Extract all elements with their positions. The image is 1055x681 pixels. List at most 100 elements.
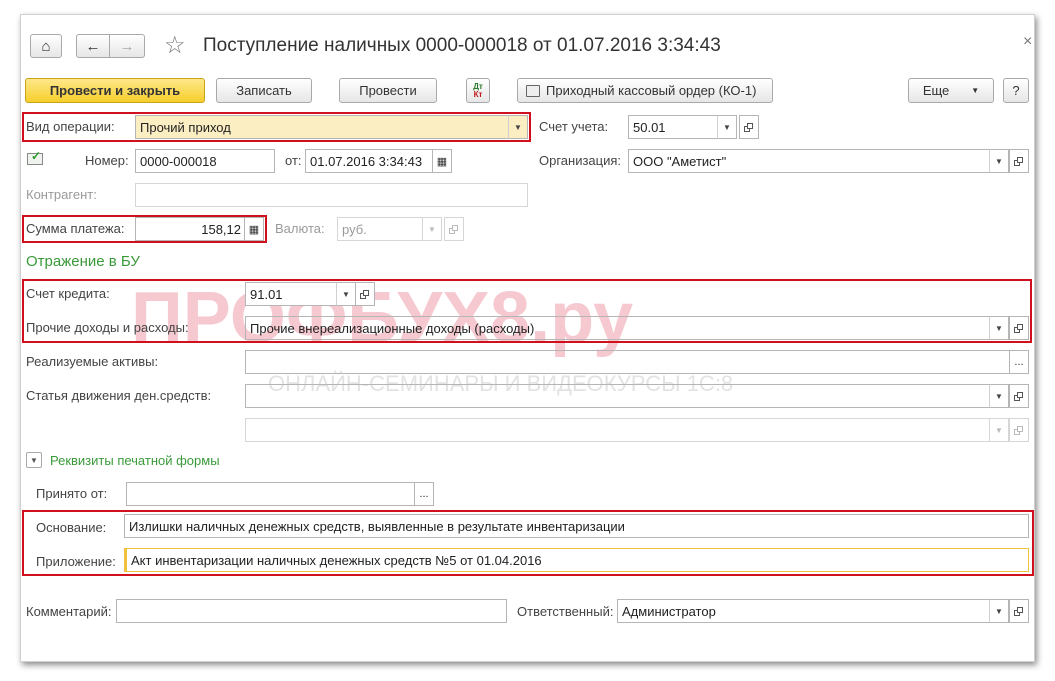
home-button[interactable]: ⌂ — [30, 34, 62, 58]
print-section-toggle[interactable]: ▼ Реквизиты печатной формы — [26, 452, 220, 468]
forward-button[interactable]: → — [109, 34, 145, 58]
more-button[interactable]: Еще ▼ — [908, 78, 994, 103]
close-icon[interactable]: × — [1023, 33, 1032, 51]
post-and-close-button[interactable]: Провести и закрыть — [25, 78, 205, 103]
operation-label: Вид операции: — [26, 119, 115, 134]
calendar-button[interactable]: ▦ — [432, 149, 452, 173]
comment-input[interactable] — [116, 599, 507, 623]
bu-section-title: Отражение в БУ — [26, 253, 140, 270]
account-open-button[interactable] — [739, 115, 759, 139]
printer-icon — [526, 84, 540, 97]
ellipsis-icon: ... — [1014, 356, 1024, 368]
counterparty-label: Контрагент: — [26, 187, 97, 202]
account-dropdown[interactable]: ▼ — [717, 115, 737, 139]
credit-account-dropdown[interactable]: ▼ — [336, 282, 356, 306]
open-form-icon — [1014, 606, 1024, 616]
open-form-icon — [1014, 156, 1024, 166]
caret-down-icon: ▼ — [971, 86, 980, 95]
operation-dropdown[interactable]: ▼ — [508, 115, 528, 139]
basis-input[interactable]: Излишки наличных денежных средств, выявл… — [124, 514, 1029, 538]
more-label: Еще — [922, 83, 950, 98]
account-label: Счет учета: — [539, 119, 609, 134]
caret-down-icon: ▼ — [723, 122, 731, 132]
extra-select[interactable] — [245, 418, 990, 442]
open-form-icon — [449, 224, 459, 234]
extra-open-button[interactable] — [1009, 418, 1029, 442]
caret-down-icon: ▼ — [995, 156, 1003, 166]
amount-label: Сумма платежа: — [26, 221, 125, 236]
dt-kt-icon: Дт Кт — [473, 82, 483, 99]
print-order-label: Приходный кассовый ордер (КО-1) — [546, 83, 757, 98]
chevron-down-icon: ▼ — [26, 452, 42, 468]
credit-account-open-button[interactable] — [355, 282, 375, 306]
dt-kt-button[interactable]: Дт Кт — [466, 78, 490, 103]
date-label: от: — [285, 153, 302, 168]
cashflow-label: Статья движения ден.средств: — [26, 388, 212, 403]
open-form-icon — [1014, 391, 1024, 401]
cashflow-select[interactable] — [245, 384, 990, 408]
org-dropdown[interactable]: ▼ — [989, 149, 1009, 173]
caret-down-icon: ▼ — [995, 606, 1003, 616]
help-button[interactable]: ? — [1003, 78, 1029, 103]
calculator-icon: ▦ — [248, 223, 260, 236]
print-section-label: Реквизиты печатной формы — [50, 452, 220, 468]
home-icon: ⌂ — [41, 37, 51, 55]
favorite-star-icon[interactable]: ☆ — [164, 31, 186, 60]
responsible-select[interactable]: Администратор — [617, 599, 990, 623]
extra-dropdown[interactable]: ▼ — [989, 418, 1009, 442]
currency-open-button[interactable] — [444, 217, 464, 241]
assets-label: Реализуемые активы: — [26, 354, 159, 369]
caret-down-icon: ▼ — [995, 323, 1003, 333]
window-title: Поступление наличных 0000-000018 от 01.0… — [203, 35, 721, 56]
back-button[interactable]: ← — [76, 34, 110, 58]
post-button[interactable]: Провести — [339, 78, 437, 103]
calculator-button[interactable]: ▦ — [244, 217, 264, 241]
credit-account-label: Счет кредита: — [26, 286, 110, 301]
posted-checkmark-icon: ✓ — [27, 149, 43, 165]
responsible-open-button[interactable] — [1009, 599, 1029, 623]
responsible-dropdown[interactable]: ▼ — [989, 599, 1009, 623]
attachment-label: Приложение: — [36, 554, 116, 569]
attachment-input[interactable]: Акт инвентаризации наличных денежных сре… — [124, 548, 1029, 572]
income-label: Прочие доходы и расходы: — [26, 320, 189, 335]
org-open-button[interactable] — [1009, 149, 1029, 173]
credit-account-select[interactable]: 91.01 — [245, 282, 337, 306]
amount-input[interactable]: 158,12 — [135, 217, 245, 241]
income-dropdown[interactable]: ▼ — [989, 316, 1009, 340]
account-select[interactable]: 50.01 — [628, 115, 718, 139]
assets-input[interactable] — [245, 350, 1010, 374]
operation-select[interactable]: Прочий приход — [135, 115, 509, 139]
cashflow-dropdown[interactable]: ▼ — [989, 384, 1009, 408]
number-label: Номер: — [85, 153, 129, 168]
income-select[interactable]: Прочие внереализационные доходы (расходы… — [245, 316, 990, 340]
currency-select[interactable]: руб. — [337, 217, 423, 241]
arrow-left-icon: ← — [85, 37, 101, 55]
received-from-input[interactable] — [126, 482, 415, 506]
arrow-right-icon: → — [119, 37, 135, 55]
org-select[interactable]: ООО "Аметист" — [628, 149, 990, 173]
caret-down-icon: ▼ — [428, 224, 436, 234]
date-input[interactable]: 01.07.2016 3:34:43 — [305, 149, 433, 173]
number-input[interactable]: 0000-000018 — [135, 149, 275, 173]
open-form-icon — [1014, 425, 1024, 435]
caret-down-icon: ▼ — [995, 391, 1003, 401]
open-form-icon — [360, 289, 370, 299]
print-order-button[interactable]: Приходный кассовый ордер (КО-1) — [517, 78, 773, 103]
org-label: Организация: — [539, 153, 622, 168]
save-button[interactable]: Записать — [216, 78, 312, 103]
caret-down-icon: ▼ — [995, 425, 1003, 435]
assets-select-button[interactable]: ... — [1009, 350, 1029, 374]
received-from-select-button[interactable]: ... — [414, 482, 434, 506]
caret-down-icon: ▼ — [342, 289, 350, 299]
kt-label: Кт — [473, 89, 483, 99]
currency-label: Валюта: — [275, 221, 325, 236]
cashflow-open-button[interactable] — [1009, 384, 1029, 408]
open-form-icon — [1014, 323, 1024, 333]
responsible-label: Ответственный: — [517, 604, 614, 619]
ellipsis-icon: ... — [419, 488, 429, 500]
currency-dropdown[interactable]: ▼ — [422, 217, 442, 241]
income-open-button[interactable] — [1009, 316, 1029, 340]
caret-down-icon: ▼ — [514, 122, 522, 132]
counterparty-input[interactable] — [135, 183, 528, 207]
basis-label: Основание: — [36, 520, 107, 535]
